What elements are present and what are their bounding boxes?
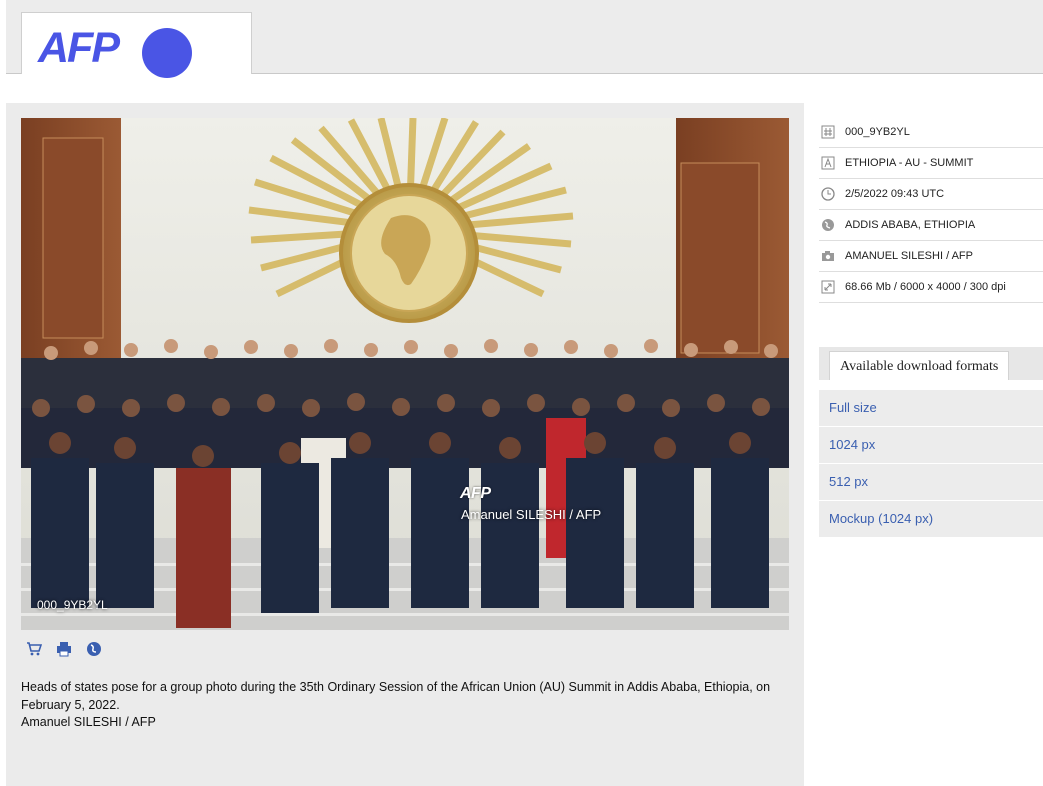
download-formats-header: Available download formats: [819, 347, 1043, 380]
download-full-size[interactable]: Full size: [819, 390, 1043, 427]
title-icon: [821, 156, 835, 170]
watermark-afp-logo: AFP: [460, 485, 491, 502]
photo-actions: [26, 641, 102, 657]
meta-row-size: 68.66 Mb / 6000 x 4000 / 300 dpi: [819, 272, 1043, 303]
watermark-credit: Amanuel SILESHI / AFP: [461, 507, 602, 522]
meta-date-value: 2/5/2022 09:43 UTC: [845, 188, 945, 200]
camera-icon: [821, 249, 835, 263]
download-formats-tab[interactable]: Available download formats: [829, 351, 1010, 380]
meta-id-value: 000_9YB2YL: [845, 126, 910, 138]
logo-tab[interactable]: AFP: [21, 12, 252, 78]
clock-icon: [821, 187, 835, 201]
location-globe-icon: [821, 218, 835, 232]
meta-row-location: ADDIS ABABA, ETHIOPIA: [819, 210, 1043, 241]
print-icon[interactable]: [56, 641, 72, 657]
meta-row-date: 2/5/2022 09:43 UTC: [819, 179, 1043, 210]
meta-location-value: ADDIS ABABA, ETHIOPIA: [845, 219, 976, 231]
main-panel: AFP Amanuel SILESHI / AFP 000_9YB2YL Hea…: [6, 103, 804, 786]
download-512px[interactable]: 512 px: [819, 464, 1043, 501]
afp-logo-text: AFP: [38, 24, 120, 72]
hash-icon: [821, 125, 835, 139]
meta-size-value: 68.66 Mb / 6000 x 4000 / 300 dpi: [845, 281, 1006, 293]
caption-credit: Amanuel SILESHI / AFP: [21, 715, 156, 729]
resize-icon: [821, 280, 835, 294]
meta-row-photographer: AMANUEL SILESHI / AFP: [819, 241, 1043, 272]
caption-text: Heads of states pose for a group photo d…: [21, 680, 771, 712]
meta-row-title: ETHIOPIA - AU - SUMMIT: [819, 148, 1043, 179]
photo-illustration: [21, 118, 789, 630]
cart-icon[interactable]: [26, 641, 43, 657]
meta-row-id: 000_9YB2YL: [819, 117, 1043, 148]
afp-logo-dot: [142, 28, 192, 78]
download-formats-list: Full size 1024 px 512 px Mockup (1024 px…: [819, 390, 1043, 538]
download-mockup-1024px[interactable]: Mockup (1024 px): [819, 501, 1043, 538]
meta-photographer-value: AMANUEL SILESHI / AFP: [845, 250, 973, 262]
photo-caption: Heads of states pose for a group photo d…: [21, 679, 791, 732]
globe-icon[interactable]: [86, 641, 102, 657]
news-photo[interactable]: AFP Amanuel SILESHI / AFP 000_9YB2YL: [21, 118, 789, 630]
download-1024px[interactable]: 1024 px: [819, 427, 1043, 464]
metadata-list: 000_9YB2YL ETHIOPIA - AU - SUMMIT 2/5/20…: [819, 117, 1043, 303]
watermark-photo-id: 000_9YB2YL: [37, 598, 108, 612]
meta-title-value: ETHIOPIA - AU - SUMMIT: [845, 157, 974, 169]
